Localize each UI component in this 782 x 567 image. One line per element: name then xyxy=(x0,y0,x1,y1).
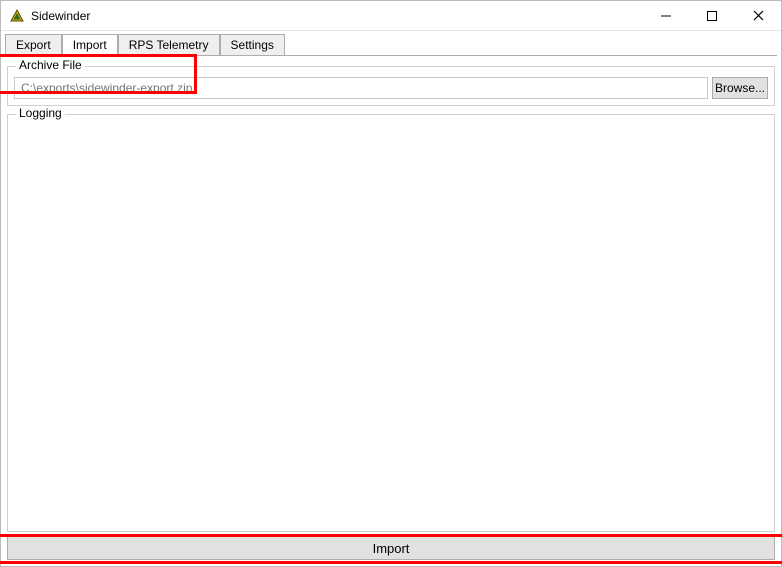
titlebar: Sidewinder xyxy=(1,1,781,31)
minimize-button[interactable] xyxy=(643,1,689,30)
app-icon xyxy=(9,8,25,24)
window-controls xyxy=(643,1,781,30)
archive-file-group: Archive File Browse... xyxy=(7,66,775,106)
archive-path-input[interactable] xyxy=(14,77,708,99)
tab-rps-telemetry[interactable]: RPS Telemetry xyxy=(118,34,220,56)
browse-button[interactable]: Browse... xyxy=(712,77,768,99)
logging-legend: Logging xyxy=(16,106,65,120)
archive-file-legend: Archive File xyxy=(16,58,85,72)
log-output xyxy=(14,125,768,525)
close-button[interactable] xyxy=(735,1,781,30)
tab-import[interactable]: Import xyxy=(62,34,118,56)
import-button[interactable]: Import xyxy=(7,536,775,560)
tab-panel-import: Archive File Browse... Logging Import xyxy=(1,56,781,566)
tab-export[interactable]: Export xyxy=(5,34,62,56)
logging-group: Logging xyxy=(7,114,775,532)
tab-strip: Export Import RPS Telemetry Settings xyxy=(1,31,781,55)
window-title: Sidewinder xyxy=(31,9,90,23)
app-window: Sidewinder Export Import RPS Telemetry S… xyxy=(0,0,782,567)
tab-settings[interactable]: Settings xyxy=(220,34,285,56)
maximize-button[interactable] xyxy=(689,1,735,30)
